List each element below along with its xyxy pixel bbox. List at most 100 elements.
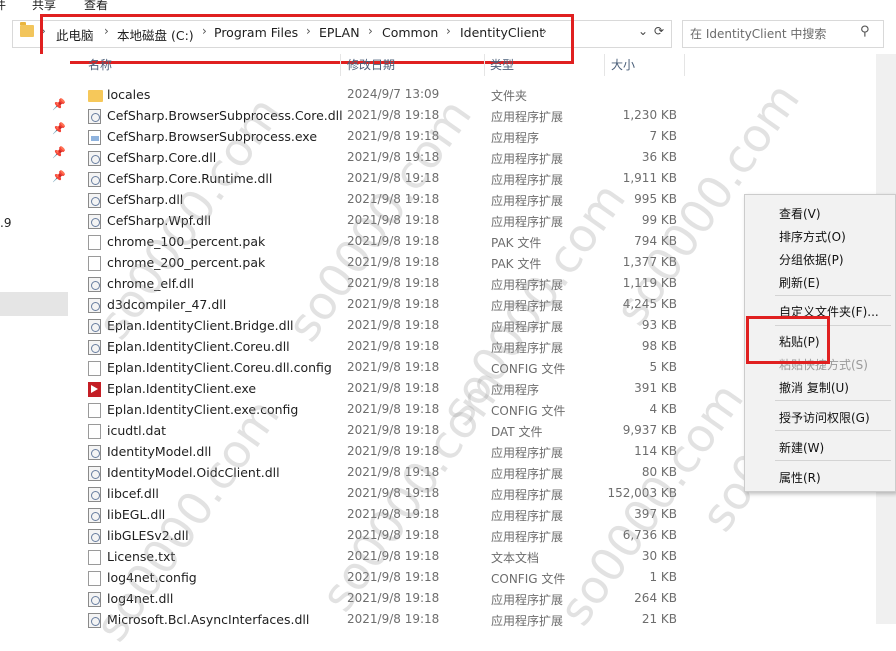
file-row[interactable]: IdentityModel.OidcClient.dll 2021/9/8 19:… — [80, 463, 686, 484]
file-row[interactable]: icudtl.dat 2021/9/8 19:18 DAT 文件 9,937 KB — [80, 421, 686, 442]
column-divider[interactable] — [684, 54, 685, 76]
menu-item-grant-access[interactable]: 授予访问权限(G) — [779, 409, 870, 426]
file-name: log4net.dll — [107, 591, 174, 606]
dll-icon — [88, 298, 101, 313]
file-row[interactable]: chrome_200_percent.pak 2021/9/8 19:18 PAK … — [80, 253, 686, 274]
search-icon[interactable]: ⚲ — [860, 24, 870, 39]
tab-share[interactable]: 共享 — [32, 0, 56, 13]
file-size: 5 KB — [649, 360, 677, 374]
file-date: 2021/9/8 19:18 — [347, 402, 440, 416]
pin-icon[interactable]: 📌 — [52, 122, 66, 135]
tab-view[interactable]: 查看 — [84, 0, 108, 13]
menu-separator — [775, 430, 891, 431]
file-name: log4net.config — [107, 570, 197, 585]
file-name: CefSharp.dll — [107, 192, 184, 207]
nav-item-label[interactable]: .9 — [0, 216, 11, 230]
menu-item-undo-copy[interactable]: 撤消 复制(U) — [779, 379, 849, 396]
file-row[interactable]: CefSharp.dll 2021/9/8 19:18 应用程序扩展 995 KB — [80, 190, 686, 211]
file-name: CefSharp.BrowserSubprocess.exe — [107, 129, 318, 144]
file-type: CONFIG 文件 — [491, 404, 566, 418]
column-header-size[interactable]: 大小 — [611, 56, 635, 73]
file-row[interactable]: libcef.dll 2021/9/8 19:18 应用程序扩展 152,003 KB — [80, 484, 686, 505]
column-divider[interactable] — [340, 54, 341, 76]
address-dropdown-icon[interactable]: ⌄ — [638, 24, 648, 38]
file-size: 99 KB — [641, 213, 677, 227]
file-type: 应用程序扩展 — [491, 110, 564, 124]
dll-icon — [88, 445, 101, 460]
file-row[interactable]: Eplan.IdentityClient.exe.config 2021/9/8 … — [80, 400, 686, 421]
file-row[interactable]: log4net.config 2021/9/8 19:18 CONFIG 文件 1 K… — [80, 568, 686, 589]
file-row[interactable]: Eplan.IdentityClient.exe 2021/9/8 19:18 应用… — [80, 379, 686, 400]
column-header-type[interactable]: 类型 — [490, 56, 514, 73]
file-type: PAK 文件 — [491, 236, 542, 250]
file-row[interactable]: locales 2024/9/7 13:09 文件夹 — [80, 85, 686, 106]
file-row[interactable]: CefSharp.Core.Runtime.dll 2021/9/8 19:18 应… — [80, 169, 686, 190]
file-row[interactable]: CefSharp.BrowserSubprocess.exe 2021/9/8 1… — [80, 127, 686, 148]
pin-icon[interactable]: 📌 — [52, 146, 66, 159]
pin-icon[interactable]: 📌 — [52, 170, 66, 183]
menu-item-new[interactable]: 新建(W) — [779, 439, 824, 456]
file-row[interactable]: CefSharp.Wpf.dll 2021/9/8 19:18 应用程序扩展 99 K… — [80, 211, 686, 232]
menu-item-properties[interactable]: 属性(R) — [779, 469, 821, 486]
column-divider[interactable] — [484, 54, 485, 76]
file-icon — [88, 424, 101, 439]
file-date: 2021/9/8 19:18 — [347, 297, 440, 311]
file-row[interactable]: chrome_100_percent.pak 2021/9/8 19:18 PAK … — [80, 232, 686, 253]
file-date: 2021/9/8 19:18 — [347, 465, 440, 479]
file-date: 2021/9/8 19:18 — [347, 507, 440, 521]
dll-icon — [88, 508, 101, 523]
column-divider[interactable] — [604, 54, 605, 76]
nav-item-selected[interactable] — [0, 292, 68, 316]
menu-item-view[interactable]: 查看(V) — [779, 205, 821, 222]
pin-icon[interactable]: 📌 — [52, 98, 66, 111]
file-row[interactable]: CefSharp.Core.dll 2021/9/8 19:18 应用程序扩展 36 … — [80, 148, 686, 169]
file-size: 1 KB — [649, 570, 677, 584]
file-size: 30 KB — [641, 549, 677, 563]
file-name: CefSharp.Core.dll — [107, 150, 217, 165]
file-date: 2021/9/8 19:18 — [347, 318, 440, 332]
file-row[interactable]: Eplan.IdentityClient.Bridge.dll 2021/9/8 … — [80, 316, 686, 337]
file-row[interactable]: Eplan.IdentityClient.Coreu.dll 2021/9/8 1… — [80, 337, 686, 358]
file-date: 2021/9/8 19:18 — [347, 528, 440, 542]
file-date: 2021/9/8 19:18 — [347, 192, 440, 206]
file-type: CONFIG 文件 — [491, 572, 566, 586]
menu-item-group[interactable]: 分组依据(P) — [779, 251, 844, 268]
file-date: 2021/9/8 19:18 — [347, 108, 440, 122]
column-header-name[interactable]: 名称 — [88, 56, 112, 73]
file-icon — [88, 403, 101, 418]
file-row[interactable]: License.txt 2021/9/8 19:18 文本文档 30 KB — [80, 547, 686, 568]
file-size: 114 KB — [634, 444, 677, 458]
file-size: 1,119 KB — [622, 276, 677, 290]
file-name: libGLESv2.dll — [107, 528, 189, 543]
file-row[interactable]: libGLESv2.dll 2021/9/8 19:18 应用程序扩展 6,736 K… — [80, 526, 686, 547]
file-date: 2021/9/8 19:18 — [347, 171, 440, 185]
menu-item-sort[interactable]: 排序方式(O) — [779, 228, 846, 245]
file-name: CefSharp.Wpf.dll — [107, 213, 212, 228]
tab-file[interactable]: 件 — [0, 0, 6, 13]
file-type: 应用程序扩展 — [491, 215, 564, 229]
file-type: 应用程序扩展 — [491, 320, 564, 334]
file-row[interactable]: IdentityModel.dll 2021/9/8 19:18 应用程序扩展 114… — [80, 442, 686, 463]
navigation-pane — [0, 54, 70, 624]
file-icon — [88, 550, 101, 565]
file-icon — [88, 361, 101, 376]
menu-item-refresh[interactable]: 刷新(E) — [779, 274, 820, 291]
file-name: Eplan.IdentityClient.Bridge.dll — [107, 318, 294, 333]
file-name: Eplan.IdentityClient.exe — [107, 381, 257, 396]
file-date: 2021/9/8 19:18 — [347, 549, 440, 563]
file-row[interactable]: chrome_elf.dll 2021/9/8 19:18 应用程序扩展 1,119 … — [80, 274, 686, 295]
file-date: 2021/9/8 19:18 — [347, 129, 440, 143]
dll-icon — [88, 487, 101, 502]
file-type: 应用程序扩展 — [491, 173, 564, 187]
file-row[interactable]: log4net.dll 2021/9/8 19:18 应用程序扩展 264 KB — [80, 589, 686, 610]
search-input[interactable]: 在 IdentityClient 中搜索 — [690, 25, 826, 42]
file-date: 2021/9/8 19:18 — [347, 255, 440, 269]
refresh-icon[interactable]: ⟳ — [654, 24, 664, 38]
file-row[interactable]: CefSharp.BrowserSubprocess.Core.dll 2021/… — [80, 106, 686, 127]
file-row[interactable]: d3dcompiler_47.dll 2021/9/8 19:18 应用程序扩展 4,… — [80, 295, 686, 316]
file-row[interactable]: Eplan.IdentityClient.Coreu.dll.config 202… — [80, 358, 686, 379]
file-row[interactable]: Microsoft.Bcl.AsyncInterfaces.dll 2021/9/… — [80, 610, 686, 631]
file-row[interactable]: libEGL.dll 2021/9/8 19:18 应用程序扩展 397 KB — [80, 505, 686, 526]
column-header-date[interactable]: 修改日期 — [347, 56, 395, 73]
file-date: 2021/9/8 19:18 — [347, 570, 440, 584]
